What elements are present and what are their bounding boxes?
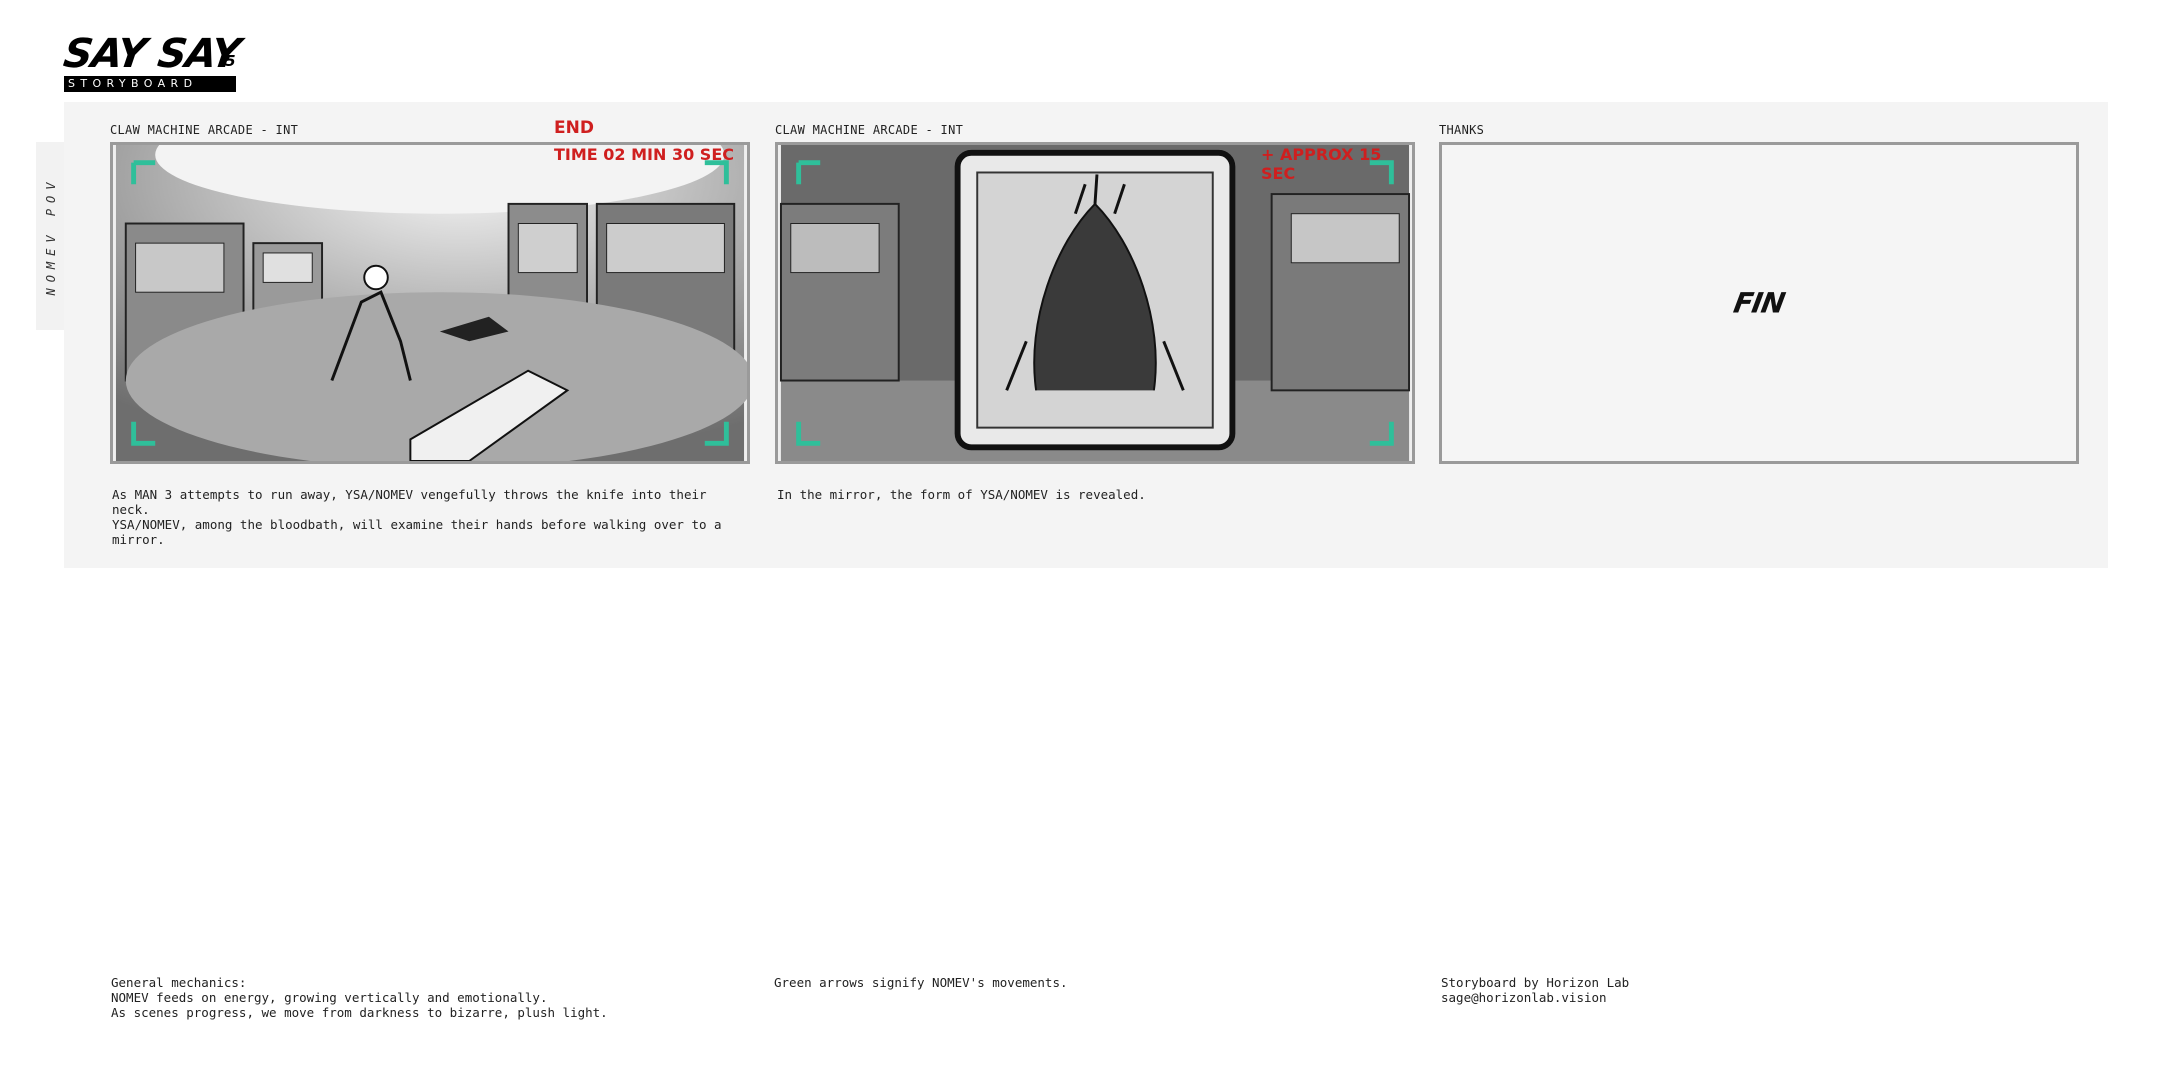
time-label: TIME 02 MIN 30 SEC xyxy=(554,145,734,164)
panel-caption: As MAN 3 attempts to run away, YSA/NOMEV… xyxy=(112,487,722,547)
panel-2: CLAW MACHINE ARCADE - INT + APPROX 15 SE… xyxy=(775,102,1419,568)
logo-superscript: i5 xyxy=(220,52,236,70)
footer-mechanics: General mechanics: NOMEV feeds on energy… xyxy=(111,975,608,1020)
mirror-sketch-image xyxy=(779,145,1411,461)
panel-1: CLAW MACHINE ARCADE - INT END TIME 02 MI… xyxy=(110,102,754,568)
scene-label: THANKS xyxy=(1439,123,1485,137)
panel-2-sketch[interactable] xyxy=(775,142,1415,464)
side-tab-nomev-pov[interactable]: NOMEV POV xyxy=(36,142,67,330)
scene-label: CLAW MACHINE ARCADE - INT xyxy=(775,123,964,137)
footer-credits: Storyboard by Horizon Lab sage@horizonla… xyxy=(1441,975,1630,1005)
panel-caption: In the mirror, the form of YSA/NOMEV is … xyxy=(777,487,1146,502)
logo: SAY SAY i5 STORYBOARD xyxy=(60,31,243,92)
scene-label: CLAW MACHINE ARCADE - INT xyxy=(110,123,299,137)
storyboard-board: CLAW MACHINE ARCADE - INT END TIME 02 MI… xyxy=(64,102,2108,568)
fin-text: FIN xyxy=(1731,286,1787,320)
end-label: END xyxy=(554,118,594,138)
time-label: + APPROX 15 SEC xyxy=(1261,145,1382,183)
logo-subtitle: STORYBOARD xyxy=(64,76,236,92)
panel-3-card[interactable]: FIN xyxy=(1439,142,2079,464)
footer-arrows-note: Green arrows signify NOMEV's movements. xyxy=(774,975,1068,990)
arcade-sketch-image xyxy=(115,145,747,461)
logo-title: SAY SAY xyxy=(60,31,243,77)
side-tab-label: NOMEV POV xyxy=(44,176,58,296)
panel-3: THANKS FIN xyxy=(1439,102,2083,568)
panel-1-sketch[interactable] xyxy=(110,142,750,464)
